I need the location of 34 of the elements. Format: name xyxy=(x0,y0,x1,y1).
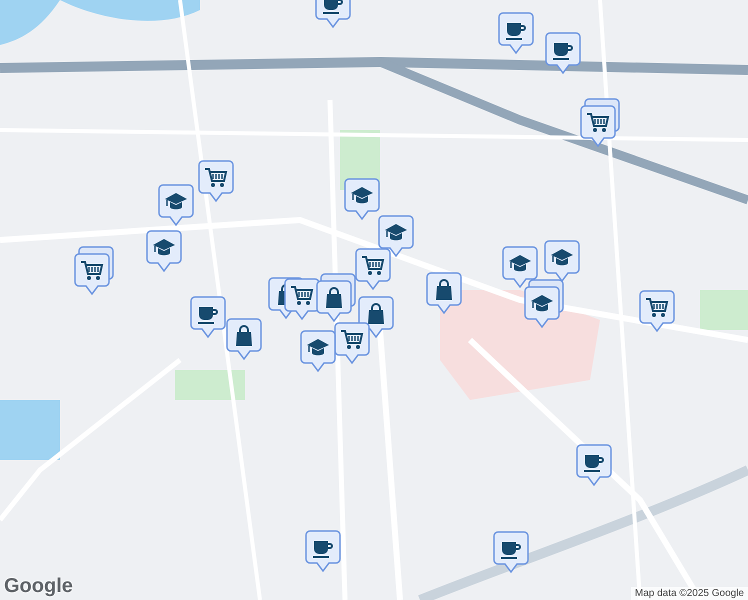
map-pin[interactable] xyxy=(305,530,341,574)
map-pin[interactable] xyxy=(493,531,529,575)
map-pin[interactable] xyxy=(426,272,462,316)
map-pin[interactable] xyxy=(355,248,391,292)
map-pin[interactable] xyxy=(300,330,336,374)
map-pin[interactable] xyxy=(334,322,370,366)
map-attribution: Map data ©2025 Google xyxy=(630,587,748,600)
map-pin[interactable] xyxy=(576,444,612,488)
map-pin[interactable] xyxy=(545,32,581,76)
map-pin[interactable] xyxy=(74,246,114,297)
map-pin[interactable] xyxy=(146,230,182,274)
map-pin[interactable] xyxy=(544,240,580,284)
shopping-cart-icon xyxy=(79,259,105,283)
map-pin[interactable] xyxy=(198,160,234,204)
map-pin[interactable] xyxy=(502,246,538,290)
shopping-cart-icon xyxy=(203,166,229,190)
google-logo[interactable]: Google xyxy=(4,575,73,598)
map-pin[interactable] xyxy=(226,318,262,362)
shopping-cart-icon xyxy=(644,296,670,320)
pond-area xyxy=(0,400,60,460)
map-pin[interactable] xyxy=(344,178,380,222)
map-pin[interactable] xyxy=(498,12,534,56)
map-pin[interactable] xyxy=(639,290,675,334)
park-area xyxy=(175,370,245,400)
shopping-cart-icon xyxy=(360,254,386,278)
shopping-cart-icon xyxy=(339,328,365,352)
shopping-cart-icon xyxy=(585,111,611,135)
map-pin[interactable] xyxy=(190,296,226,340)
map-pin[interactable] xyxy=(158,184,194,228)
map-pin[interactable] xyxy=(580,98,620,149)
map-pin[interactable] xyxy=(524,279,564,330)
park-area xyxy=(700,290,748,330)
map-pin[interactable] xyxy=(316,273,356,324)
map-pin[interactable] xyxy=(378,215,414,259)
